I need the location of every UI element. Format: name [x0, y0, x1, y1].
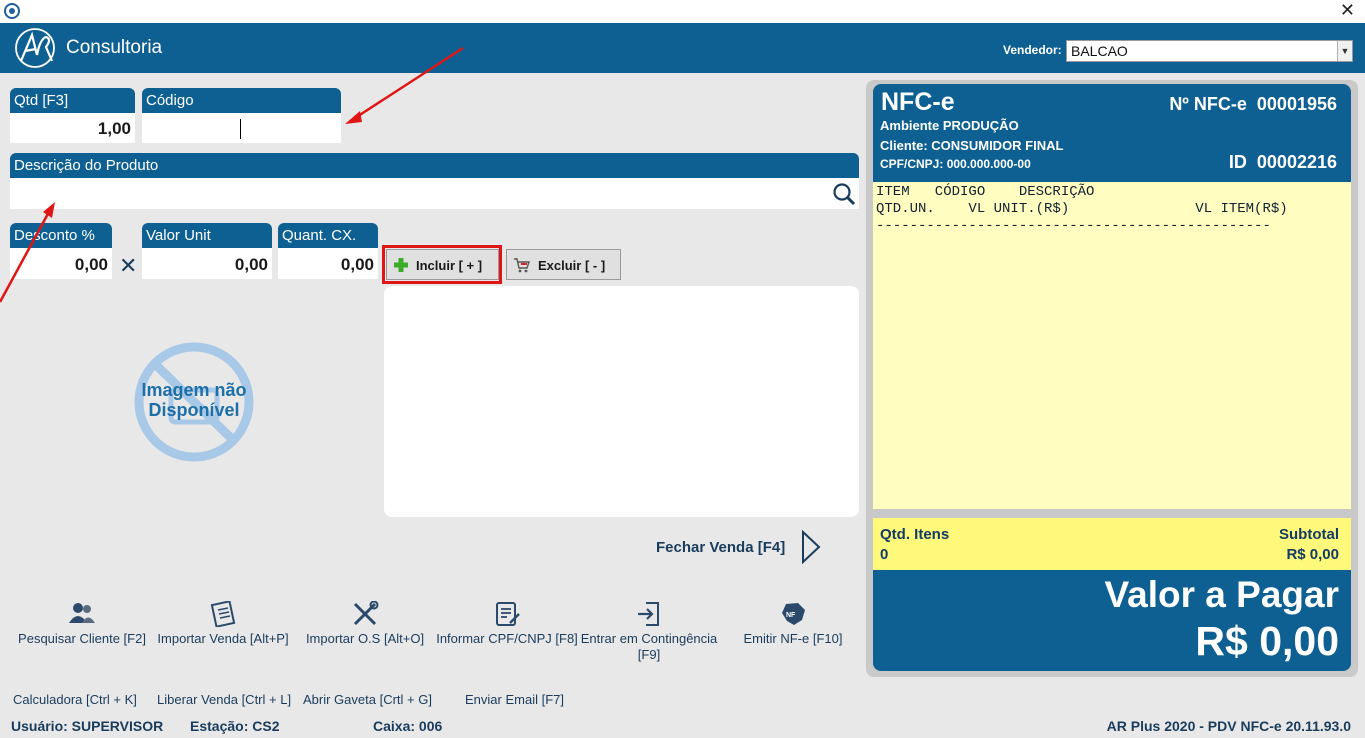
form-edit-icon: [496, 602, 520, 626]
vendedor-value: BALCAO: [1071, 43, 1128, 59]
action-pesquisar-cliente[interactable]: Pesquisar Cliente [F2]: [14, 601, 150, 647]
document-import-icon: [210, 601, 236, 627]
action-label: Importar Venda [Alt+P]: [157, 631, 289, 646]
receipt-area: ITEM CÓDIGO DESCRIÇÃO QTD.UN. VL UNIT.(R$…: [873, 182, 1351, 509]
nfce-cliente: Cliente: CONSUMIDOR FINAL: [880, 138, 1063, 153]
svg-text:NF: NF: [786, 612, 796, 619]
users-icon: [69, 603, 95, 623]
status-estacao: Estação: CS2: [190, 718, 280, 734]
nfce-cpf-value: 000.000.000-00: [946, 157, 1031, 171]
status-caixa: Caixa: 006: [373, 718, 443, 734]
product-list-panel: [384, 286, 859, 517]
nfce-number-value: 00001956: [1256, 94, 1337, 114]
nfce-header: NFC-e Nº NFC-e 00001956 Ambiente PRODUÇÃ…: [873, 84, 1351, 182]
totals-bar: Qtd. Itens 0 Subtotal R$ 0,00: [873, 518, 1351, 570]
app-icon: [4, 3, 20, 19]
excluir-label: Excluir [ - ]: [538, 258, 606, 273]
excluir-button[interactable]: Excluir [ - ]: [506, 249, 621, 280]
status-usuario: Usuário: SUPERVISOR: [11, 718, 164, 734]
subtotal-value: R$ 0,00: [1286, 546, 1339, 563]
nfce-id-value: 00002216: [1256, 152, 1337, 172]
receipt-separator: ----------------------------------------…: [876, 218, 1271, 234]
vendedor-select[interactable]: BALCAO ▼: [1066, 40, 1353, 62]
action-contingencia[interactable]: Entrar em Contingência [F9]: [578, 601, 720, 663]
qtd-itens-value: 0: [880, 546, 889, 563]
nfce-ambiente: Ambiente PRODUÇÃO: [880, 118, 1019, 133]
search-icon[interactable]: [831, 181, 857, 207]
nfce-cpf: CPF/CNPJ: 000.000.000-00: [880, 157, 1031, 171]
no-image-line2: Disponível: [148, 400, 240, 420]
nfce-id: ID 00002216: [1229, 152, 1337, 173]
nfce-number-label: Nº NFC-e: [1169, 94, 1247, 114]
no-image-text: Imagem não Disponível: [118, 380, 270, 420]
nfce-id-label: ID: [1228, 152, 1247, 172]
valor-a-pagar-panel: Valor a Pagar R$ 0,00: [873, 570, 1351, 671]
action-importar-os[interactable]: Importar O.S [Alt+O]: [300, 601, 430, 647]
action-label: Pesquisar Cliente [F2]: [18, 631, 146, 646]
shortcut-calculadora[interactable]: Calculadora [Ctrl + K]: [13, 692, 137, 707]
action-informar-cpf[interactable]: Informar CPF/CNPJ [F8]: [436, 601, 578, 647]
action-importar-venda[interactable]: Importar Venda [Alt+P]: [154, 601, 292, 647]
tools-icon: [353, 601, 379, 626]
receipt-header-line1: ITEM CÓDIGO DESCRIÇÃO: [876, 184, 1095, 200]
chevron-right-icon[interactable]: [800, 530, 822, 564]
valor-a-pagar-value: R$ 0,00: [1195, 618, 1339, 664]
valor-a-pagar-label: Valor a Pagar: [1104, 574, 1339, 615]
nfce-title: NFC-e: [881, 88, 955, 116]
nfce-cliente-value: CONSUMIDOR FINAL: [931, 138, 1064, 153]
no-image-line1: Imagem não: [141, 380, 247, 400]
qtd-itens-label: Qtd. Itens: [880, 526, 950, 543]
nfce-cpf-label: CPF/CNPJ:: [880, 157, 944, 171]
vendedor-label: Vendedor:: [1003, 43, 1062, 57]
chevron-down-icon[interactable]: ▼: [1337, 41, 1352, 61]
annotation-arrows: [0, 46, 464, 303]
shortcut-enviar-email[interactable]: Enviar Email [F7]: [465, 692, 564, 707]
action-emitir-nfe[interactable]: NF Emitir NF-e [F10]: [738, 601, 848, 647]
shortcut-abrir-gaveta[interactable]: Abrir Gaveta [Crtl + G]: [303, 692, 432, 707]
action-label: Emitir NF-e [F10]: [743, 631, 843, 646]
shortcut-liberar-venda[interactable]: Liberar Venda [Ctrl + L]: [157, 692, 291, 707]
login-icon: [638, 602, 659, 626]
close-icon[interactable]: ✕: [1340, 0, 1355, 21]
action-label: Entrar em Contingência [F9]: [580, 631, 718, 662]
action-label: Informar CPF/CNPJ [F8]: [436, 631, 578, 646]
receipt-header-line2: QTD.UN. VL UNIT.(R$) VL ITEM(R$): [876, 201, 1288, 217]
nfe-brazil-icon: NF: [782, 603, 805, 625]
window-titlebar: ✕: [0, 0, 1365, 23]
subtotal-label: Subtotal: [1279, 526, 1339, 543]
status-version: AR Plus 2020 - PDV NFC-e 20.11.93.0: [1106, 718, 1351, 734]
action-label: Importar O.S [Alt+O]: [305, 631, 425, 646]
nfce-number: Nº NFC-e 00001956: [1169, 94, 1337, 115]
nfce-cliente-label: Cliente:: [880, 138, 928, 153]
fechar-venda-button[interactable]: Fechar Venda [F4]: [656, 539, 785, 556]
cart-remove-icon: [514, 258, 530, 273]
